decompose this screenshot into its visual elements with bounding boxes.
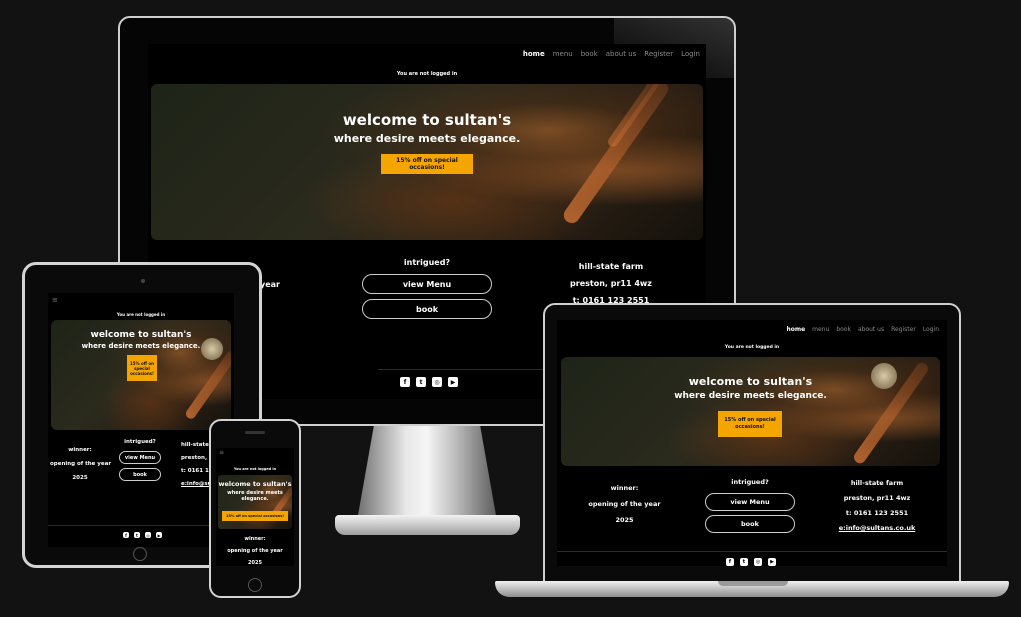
hero-spice-decoration (183, 349, 231, 421)
facebook-icon[interactable]: f (123, 532, 129, 538)
hamburger-icon[interactable]: ≡ (52, 296, 58, 304)
hero-title: welcome to sultan's (90, 330, 192, 340)
laptop-notch (718, 581, 788, 586)
hero-banner: welcome to sultan's where desire meets e… (561, 357, 940, 466)
social-links: f t ◎ ▶ (123, 532, 162, 538)
nav-about[interactable]: about us (606, 50, 637, 58)
hero-banner: welcome to sultan's where desire meets e… (51, 320, 231, 430)
monitor-stand (357, 426, 497, 521)
social-links: f t ◎ ▶ (400, 377, 458, 387)
youtube-icon[interactable]: ▶ (448, 377, 458, 387)
award-section: winner: opening of the year 2025 (567, 480, 682, 528)
nav-menu[interactable]: menu (812, 326, 829, 333)
tablet-site: ≡ You are not logged in welcome to sulta… (48, 293, 234, 547)
nav-register[interactable]: Register (891, 326, 916, 333)
hero-subtitle: where desire meets elegance. (674, 391, 827, 401)
award-line1: winner: (68, 447, 92, 453)
auth-notice: You are not logged in (116, 312, 166, 317)
contact-name: hill-state farm (578, 262, 644, 271)
cta-heading: intrigued? (731, 478, 769, 486)
hero-title: welcome to sultan's (218, 480, 292, 488)
monitor-base (335, 515, 520, 535)
tablet-camera (141, 279, 145, 283)
instagram-icon[interactable]: ◎ (432, 377, 442, 387)
instagram-icon[interactable]: ◎ (145, 532, 151, 538)
twitter-icon[interactable]: t (740, 558, 748, 566)
book-button[interactable]: book (705, 515, 795, 533)
instagram-icon[interactable]: ◎ (754, 558, 762, 566)
contact-address: preston, pr11 4wz (843, 494, 911, 502)
footer-divider (557, 551, 947, 552)
desktop-nav: home menu book about us Register Login (523, 50, 700, 58)
hero-spice-decoration (560, 84, 672, 227)
laptop-nav: home menu book about us Register Login (786, 326, 939, 333)
book-button[interactable]: book (119, 468, 161, 481)
hero-subtitle: where desire meets elegance. (333, 132, 521, 145)
youtube-icon[interactable]: ▶ (156, 532, 162, 538)
award-line2: opening of the year (227, 548, 283, 554)
contact-phone: t: 0161 123 2551 (845, 509, 909, 517)
contact-name: hill-state farm (850, 479, 904, 487)
view-menu-button[interactable]: view Menu (705, 493, 795, 511)
contact-section: hill-state farm preston, pr11 4wz t: 016… (548, 258, 674, 309)
award-line1: winner: (244, 536, 266, 542)
hamburger-icon[interactable]: ≡ (219, 449, 224, 456)
contact-email[interactable]: e:info@sultans.co.uk (817, 521, 937, 536)
book-button[interactable]: book (362, 299, 492, 319)
promo-badge[interactable]: 15% off on special occasions! (381, 154, 473, 174)
award-line2: opening of the year (50, 461, 112, 467)
hero-subtitle: where desire meets elegance. (227, 490, 283, 502)
footer-divider (48, 525, 234, 526)
nav-about[interactable]: about us (858, 326, 884, 333)
nav-menu[interactable]: menu (553, 50, 573, 58)
laptop-site: home menu book about us Register Login Y… (557, 320, 947, 566)
phone-speaker (245, 431, 265, 434)
award-section: winner: opening of the year 2025 (216, 533, 294, 566)
nav-register[interactable]: Register (644, 50, 673, 58)
nav-book[interactable]: book (836, 326, 851, 333)
view-menu-button[interactable]: view Menu (119, 451, 161, 464)
promo-badge[interactable]: 15% off on special occasions! (127, 355, 157, 381)
phone-site: ≡ You are not logged in welcome to sulta… (216, 448, 294, 566)
cta-heading: intrigued? (124, 439, 156, 445)
auth-notice: You are not logged in (396, 71, 458, 77)
twitter-icon[interactable]: t (134, 532, 140, 538)
hero-banner: welcome to sultan's where desire meets e… (151, 84, 703, 240)
auth-notice: You are not logged in (233, 467, 277, 471)
twitter-icon[interactable]: t (416, 377, 426, 387)
contact-address: preston, pr11 4wz (570, 279, 652, 288)
view-menu-button[interactable]: view Menu (362, 274, 492, 294)
nav-login[interactable]: Login (923, 326, 939, 333)
tablet-home-button (133, 547, 147, 561)
hero-title: welcome to sultan's (688, 375, 813, 388)
award-section: winner: opening of the year 2025 (50, 443, 112, 485)
hero-subtitle: where desire meets elegance. (81, 342, 201, 350)
award-line1: winner: (610, 484, 639, 492)
award-line3: 2025 (72, 475, 88, 481)
promo-badge[interactable]: 15% off on special occasions! (222, 511, 288, 521)
auth-notice: You are not logged in (724, 345, 780, 350)
nav-home[interactable]: home (523, 50, 545, 58)
nav-login[interactable]: Login (681, 50, 700, 58)
cta-heading: intrigued? (403, 258, 451, 267)
hero-banner: welcome to sultan's where desire meets e… (218, 475, 292, 529)
nav-book[interactable]: book (581, 50, 598, 58)
social-links: f t ◎ ▶ (726, 558, 776, 566)
facebook-icon[interactable]: f (726, 558, 734, 566)
nav-home[interactable]: home (786, 326, 805, 333)
award-line3: 2025 (615, 516, 634, 524)
youtube-icon[interactable]: ▶ (768, 558, 776, 566)
contact-section: hill-state farm preston, pr11 4wz t: 016… (817, 476, 937, 536)
hero-title: welcome to sultan's (342, 111, 512, 129)
promo-badge[interactable]: 15% off on special occasions! (718, 411, 782, 437)
award-line2: opening of the year (588, 500, 661, 508)
award-line3: 2025 (248, 560, 262, 566)
phone-home-button (248, 578, 262, 592)
facebook-icon[interactable]: f (400, 377, 410, 387)
